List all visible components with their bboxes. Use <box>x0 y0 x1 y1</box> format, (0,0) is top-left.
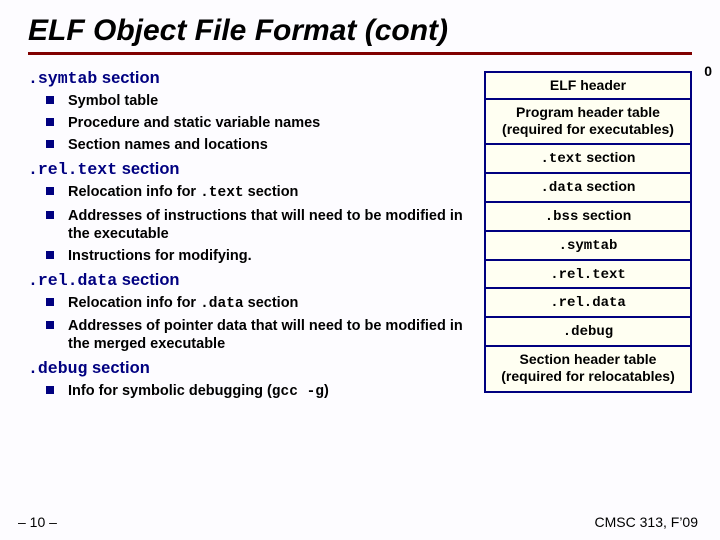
cell-line1: Program header table <box>516 104 660 120</box>
cell-text: ELF header <box>550 77 626 93</box>
table-row: .data section <box>486 174 690 203</box>
section-head-rest: section <box>87 359 149 377</box>
table-row: Program header table(required for execut… <box>486 100 690 146</box>
bullet-pre: Relocation info for <box>68 184 200 200</box>
bullet-post: ) <box>324 383 329 399</box>
table-row: Section header table(required for reloca… <box>486 347 690 391</box>
bullet-text: Symbol table <box>68 93 158 109</box>
cell-mono: .bss <box>545 209 579 225</box>
section-head-mono: .rel.data <box>28 271 117 290</box>
bullet-text: Procedure and static variable names <box>68 115 320 131</box>
list-item: Instructions for modifying. <box>40 247 476 265</box>
right-column: 0 ELF header Program header table(requir… <box>484 65 692 407</box>
section-head-reldata: .rel.data section <box>28 271 476 290</box>
cell-line1: Section header table <box>520 351 657 367</box>
list-item: Addresses of pointer data that will need… <box>40 317 476 353</box>
table-row: .rel.data <box>486 289 690 318</box>
bullet-list: Info for symbolic debugging (gcc -g) <box>28 382 476 401</box>
section-head-mono: .debug <box>28 359 87 378</box>
list-item: Relocation info for .data section <box>40 294 476 313</box>
bullet-post: section <box>244 184 299 200</box>
cell-line2: (required for relocatables) <box>501 368 675 384</box>
elf-layout-table: ELF header Program header table(required… <box>484 71 692 393</box>
slide-number: – 10 – <box>18 514 57 530</box>
table-row: .bss section <box>486 203 690 232</box>
section-head-reltext: .rel.text section <box>28 160 476 179</box>
cell-post: section <box>578 207 631 223</box>
list-item: Symbol table <box>40 92 476 110</box>
course-footer: CMSC 313, F’09 <box>595 514 698 530</box>
cell-mono: .rel.text <box>550 267 626 283</box>
cell-mono: .rel.data <box>550 295 626 311</box>
slide: ELF Object File Format (cont) .symtab se… <box>0 0 720 407</box>
bullet-mono: .data <box>200 296 244 312</box>
bullet-list: Relocation info for .text section Addres… <box>28 183 476 265</box>
cell-post: section <box>583 149 636 165</box>
cell-line2: (required for executables) <box>502 121 674 137</box>
cell-post: section <box>583 178 636 194</box>
bullet-text: Addresses of pointer data that will need… <box>68 318 463 352</box>
section-head-rest: section <box>117 160 179 178</box>
bullet-mono: gcc -g <box>272 384 324 400</box>
left-column: .symtab section Symbol table Procedure a… <box>28 65 484 407</box>
cell-mono: .debug <box>563 324 613 340</box>
bullet-pre: Info for symbolic debugging ( <box>68 383 272 399</box>
title-rule <box>28 52 692 55</box>
bullet-text: Section names and locations <box>68 137 268 153</box>
bullet-text: Addresses of instructions that will need… <box>68 208 463 242</box>
list-item: Relocation info for .text section <box>40 183 476 202</box>
list-item: Addresses of instructions that will need… <box>40 207 476 243</box>
section-head-rest: section <box>97 69 159 87</box>
section-head-debug: .debug section <box>28 359 476 378</box>
cell-mono: .data <box>541 180 583 196</box>
cell-mono: .text <box>541 151 583 167</box>
bullet-list: Symbol table Procedure and static variab… <box>28 92 476 154</box>
list-item: Procedure and static variable names <box>40 114 476 132</box>
list-item: Section names and locations <box>40 136 476 154</box>
bullet-text: Instructions for modifying. <box>68 248 252 264</box>
section-head-rest: section <box>117 271 179 289</box>
table-row: .debug <box>486 318 690 347</box>
cell-mono: .symtab <box>559 238 618 254</box>
section-head-symtab: .symtab section <box>28 69 476 88</box>
section-head-mono: .symtab <box>28 69 97 88</box>
section-head-mono: .rel.text <box>28 160 117 179</box>
content-row: .symtab section Symbol table Procedure a… <box>28 65 692 407</box>
table-row: ELF header <box>486 73 690 100</box>
bullet-pre: Relocation info for <box>68 295 200 311</box>
offset-zero-label: 0 <box>704 63 712 79</box>
list-item: Info for symbolic debugging (gcc -g) <box>40 382 476 401</box>
bullet-post: section <box>244 295 299 311</box>
table-row: .text section <box>486 145 690 174</box>
table-row: .rel.text <box>486 261 690 290</box>
page-title: ELF Object File Format (cont) <box>28 14 692 48</box>
bullet-mono: .text <box>200 185 244 201</box>
bullet-list: Relocation info for .data section Addres… <box>28 294 476 353</box>
table-row: .symtab <box>486 232 690 261</box>
